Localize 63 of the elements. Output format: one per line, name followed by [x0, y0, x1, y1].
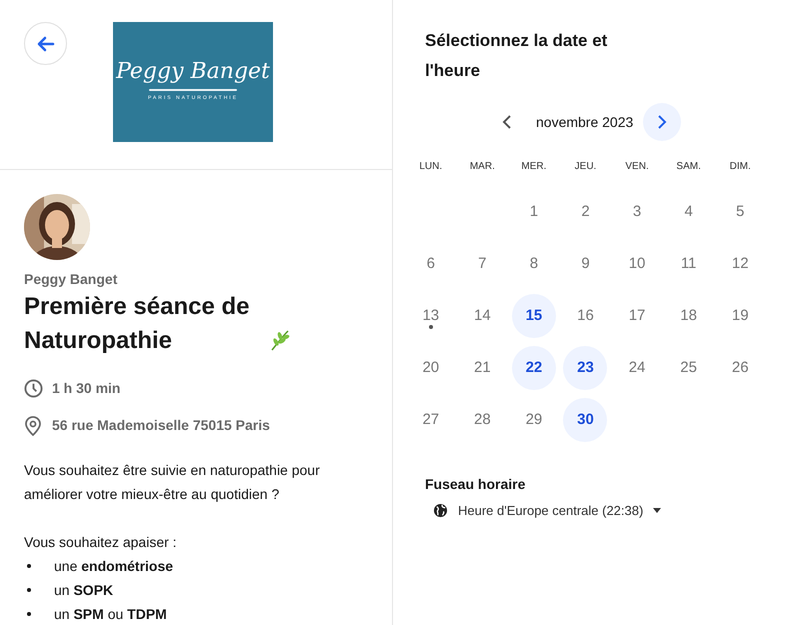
globe-icon [433, 503, 448, 518]
calendar-day[interactable]: 11 [666, 242, 711, 286]
calendar-day[interactable]: 17 [615, 294, 660, 338]
calendar-day[interactable]: 5 [718, 190, 762, 234]
weekday-label: LUN. [418, 160, 444, 174]
back-button[interactable] [24, 22, 67, 65]
weekday-label: MAR. [468, 160, 496, 174]
calendar-day[interactable]: 7 [460, 242, 504, 286]
description-text: Vous souhaitez apaiser : [24, 533, 178, 552]
calendar-day[interactable]: 25 [666, 346, 711, 390]
list-item: une endométriose [54, 556, 174, 576]
weekday-label: MER. [520, 160, 548, 174]
calendar-day[interactable]: 28 [460, 398, 504, 442]
calendar-day[interactable]: 14 [460, 294, 504, 338]
calendar-day[interactable]: 10 [615, 242, 660, 286]
location-pin-icon [24, 416, 42, 436]
calendar-day[interactable]: 18 [666, 294, 711, 338]
list-item: un SOPK [54, 580, 114, 600]
calendar-day[interactable]: 29 [512, 398, 556, 442]
month-label: novembre 2023 [536, 112, 634, 132]
list-item: un SPM ou TDPM [54, 604, 167, 624]
logo-name: Peggy Banget [116, 61, 270, 84]
caret-down-icon [653, 508, 662, 514]
calendar-day[interactable]: 21 [460, 346, 504, 390]
calendar-day[interactable]: 6 [408, 242, 453, 286]
calendar-day[interactable]: 2 [563, 190, 608, 234]
calendar-day[interactable]: 24 [615, 346, 660, 390]
calendar-day[interactable]: 27 [408, 398, 453, 442]
calendar-day[interactable]: 20 [408, 346, 453, 390]
weekday-label: DIM. [728, 160, 752, 174]
clock-icon [24, 379, 43, 398]
calendar-day[interactable]: 22 [512, 346, 556, 390]
timezone-label: Fuseau horaire [425, 475, 526, 494]
address: 56 rue Mademoiselle 75015 Paris [52, 416, 270, 435]
weekday-label: SAM. [675, 160, 702, 174]
weekday-label: JEU. [574, 160, 598, 174]
calendar-day[interactable]: 8 [512, 242, 556, 286]
weekday-label: VEN. [624, 160, 650, 174]
calendar-day[interactable]: 1 [512, 190, 556, 234]
host-name: Peggy Banget [24, 270, 118, 288]
calendar-day[interactable]: 13 [408, 294, 453, 338]
calendar-day[interactable]: 4 [666, 190, 711, 234]
calendar-day[interactable]: 23 [563, 346, 608, 390]
timezone-dropdown[interactable]: Heure d'Europe centrale (22:38) [433, 501, 662, 520]
calendar-day[interactable]: 9 [563, 242, 608, 286]
calendar-day[interactable]: 12 [718, 242, 762, 286]
next-month-button[interactable] [643, 103, 682, 141]
bullet-icon [27, 564, 31, 568]
calendar-day[interactable]: 26 [718, 346, 762, 390]
bullet-icon [27, 612, 31, 616]
calendar-day[interactable]: 16 [563, 294, 608, 338]
calendar-day[interactable]: 15 [512, 294, 556, 338]
calendar-day[interactable]: 19 [718, 294, 762, 338]
description-text: Vous souhaitez être suivie en naturopathie pour améliorer votre mieux-être au quotidien ? [24, 461, 321, 504]
calendar-day[interactable]: 3 [615, 190, 660, 234]
event-title: Première séance de Naturopathie [24, 292, 250, 356]
calendar-day[interactable]: 30 [563, 398, 608, 442]
chevron-left-icon [502, 115, 512, 129]
calendar-heading: Sélectionnez la date et l'heure [425, 30, 608, 82]
duration: 1 h 30 min [52, 379, 120, 398]
back-arrow-icon [36, 34, 56, 54]
chevron-right-icon [657, 115, 668, 129]
bullet-icon [27, 588, 31, 592]
